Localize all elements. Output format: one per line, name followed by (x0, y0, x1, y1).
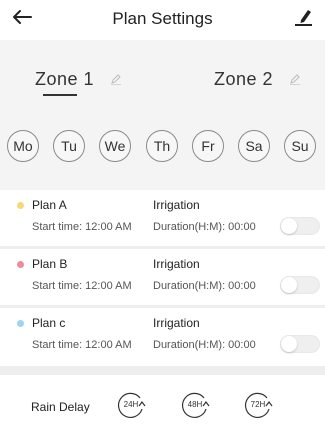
plan-name: Plan c (32, 316, 66, 330)
plan-row[interactable]: Plan c Start time: 12:00 AM Irrigation D… (0, 308, 325, 364)
zone-selected-underline (43, 94, 77, 96)
day-su[interactable]: Su (284, 130, 316, 162)
plan-duration: Duration(H:M): 00:00 (153, 280, 256, 292)
plan-color-dot (17, 261, 24, 268)
rain-delay-option-label: 48H (187, 400, 203, 409)
plan-toggle[interactable] (280, 335, 320, 353)
toggle-knob (281, 277, 297, 293)
rain-delay-72h-button[interactable]: 72H (241, 389, 275, 423)
page-title: Plan Settings (112, 9, 213, 28)
toggle-knob (281, 218, 297, 234)
plan-duration: Duration(H:M): 00:00 (153, 221, 256, 233)
day-tu[interactable]: Tu (53, 130, 85, 162)
zone-tab-1[interactable]: Zone 1 (35, 64, 122, 96)
edit-button[interactable] (290, 6, 316, 32)
day-we[interactable]: We (99, 130, 131, 162)
day-fr[interactable]: Fr (192, 130, 224, 162)
pencil-icon[interactable] (289, 73, 301, 85)
plan-toggle[interactable] (280, 217, 320, 235)
rain-delay-row: Rain Delay 24H 48H 72H (0, 375, 325, 424)
day-th[interactable]: Th (146, 130, 178, 162)
zone-1-label: Zone 1 (35, 68, 95, 89)
rain-delay-option-label: 72H (250, 400, 266, 409)
plan-color-dot (17, 320, 24, 327)
weekday-selector: Mo Tu We Th Fr Sa Su (7, 130, 325, 164)
rain-delay-option-label: 24H (123, 400, 139, 409)
schedule-panel: Zone 1 Zone 2 Mo Tu We Th Fr Sa Su (0, 40, 325, 190)
plan-name: Plan B (32, 257, 68, 271)
plan-start-time: Start time: 12:00 AM (32, 339, 132, 351)
zone-2-label: Zone 2 (214, 68, 274, 89)
plan-toggle[interactable] (280, 276, 320, 294)
plan-name: Plan A (32, 198, 67, 212)
zone-tab-2[interactable]: Zone 2 (214, 64, 301, 94)
plan-type: Irrigation (153, 316, 200, 330)
plan-duration: Duration(H:M): 00:00 (153, 339, 256, 351)
header-bar: Plan Settings (0, 0, 325, 40)
plan-color-dot (17, 202, 24, 209)
rain-delay-label: Rain Delay (31, 400, 90, 414)
pencil-icon[interactable] (110, 73, 122, 85)
rain-delay-24h-button[interactable]: 24H (114, 389, 148, 423)
divider (0, 366, 325, 375)
day-mo[interactable]: Mo (7, 130, 39, 162)
day-sa[interactable]: Sa (238, 130, 270, 162)
plan-row[interactable]: Plan A Start time: 12:00 AM Irrigation D… (0, 190, 325, 246)
rain-delay-48h-button[interactable]: 48H (178, 389, 212, 423)
plan-start-time: Start time: 12:00 AM (32, 280, 132, 292)
plan-row[interactable]: Plan B Start time: 12:00 AM Irrigation D… (0, 249, 325, 305)
toggle-knob (281, 336, 297, 352)
plan-type: Irrigation (153, 198, 200, 212)
plan-type: Irrigation (153, 257, 200, 271)
plan-start-time: Start time: 12:00 AM (32, 221, 132, 233)
edit-pencil-icon (292, 7, 314, 32)
